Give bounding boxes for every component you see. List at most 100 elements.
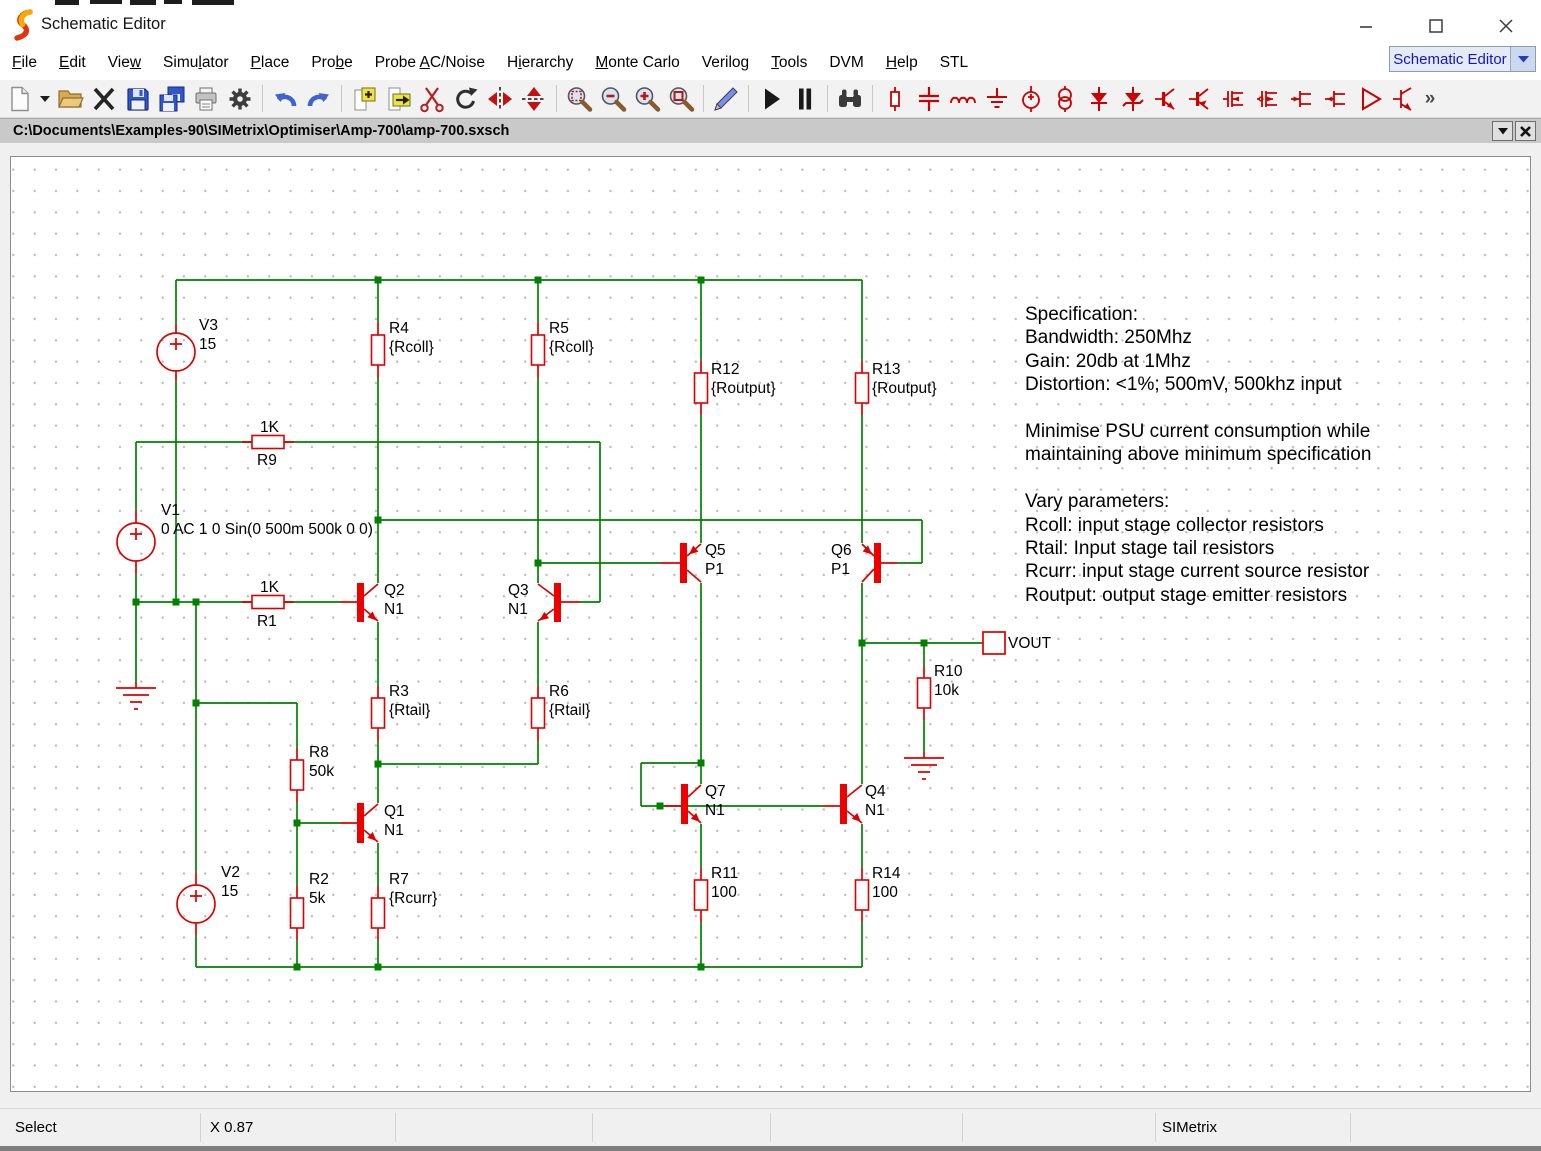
open-button[interactable]: [55, 83, 86, 115]
label-Q3[interactable]: Q3N1: [508, 581, 529, 619]
resistor-bodies[interactable]: [252, 335, 931, 928]
label-R9-ref[interactable]: R9: [257, 451, 277, 470]
menu-stl[interactable]: STL: [929, 54, 979, 72]
label-Q1[interactable]: Q1N1: [384, 802, 405, 840]
more-tools-button[interactable]: »: [1424, 83, 1437, 115]
place-diode-button[interactable]: [1084, 83, 1115, 115]
new-schematic-dropdown-icon[interactable]: [39, 83, 52, 115]
label-R2[interactable]: R25k: [309, 870, 329, 908]
symbol-VOUT-terminal[interactable]: [983, 632, 1005, 654]
menu-monte-carlo[interactable]: Monte Carlo: [584, 54, 690, 72]
menu-verilog[interactable]: Verilog: [691, 54, 760, 72]
sheet-dropdown-button[interactable]: [1492, 121, 1513, 141]
close-window-button[interactable]: [1493, 13, 1519, 39]
find-button[interactable]: [835, 83, 866, 115]
close-sheet-button[interactable]: [1515, 121, 1536, 141]
label-R10[interactable]: R1010k: [934, 662, 962, 700]
annotation-text[interactable]: Specification: Bandwidth: 250Mhz Gain: 2…: [1025, 303, 1371, 607]
label-R6[interactable]: R6{Rtail}: [549, 682, 590, 720]
place-pnp-button[interactable]: [1186, 83, 1217, 115]
save-all-button[interactable]: [157, 83, 188, 115]
place-mosfet-button[interactable]: [1390, 83, 1421, 115]
zoom-area-button[interactable]: [666, 83, 697, 115]
label-V2[interactable]: V215: [221, 863, 240, 901]
place-npn-button[interactable]: [1152, 83, 1183, 115]
label-R9-value[interactable]: 1K: [260, 418, 279, 437]
zoom-out-button[interactable]: [598, 83, 629, 115]
save-button[interactable]: [123, 83, 154, 115]
label-R7[interactable]: R7{Rcurr}: [389, 870, 437, 908]
place-ground-button[interactable]: [982, 83, 1013, 115]
label-R13[interactable]: R13{Routput}: [872, 360, 937, 398]
place-pmos-button[interactable]: [1254, 83, 1285, 115]
label-VOUT[interactable]: VOUT: [1008, 634, 1051, 653]
print-button[interactable]: [191, 83, 222, 115]
document-path: C:\Documents\Examples-90\SIMetrix\Optimi…: [0, 123, 509, 139]
place-opamp-button[interactable]: [1356, 83, 1387, 115]
wire-pencil-button[interactable]: [711, 83, 742, 115]
label-Q6[interactable]: Q6P1: [831, 541, 852, 579]
menu-help[interactable]: Help: [875, 54, 929, 72]
menu-file[interactable]: File: [1, 54, 48, 72]
label-Q7[interactable]: Q7N1: [705, 782, 726, 820]
menu-simulator[interactable]: Simulator: [152, 54, 240, 72]
zoom-in-button[interactable]: [632, 83, 663, 115]
zoom-selection-button[interactable]: [564, 83, 595, 115]
transistors[interactable]: [357, 543, 881, 843]
label-R8[interactable]: R850k: [309, 743, 334, 781]
label-R4[interactable]: R4{Rcoll}: [389, 319, 434, 357]
chevron-down-icon[interactable]: [1510, 47, 1535, 71]
label-V3[interactable]: V315: [199, 316, 218, 354]
flip-horizontal-button[interactable]: [485, 83, 516, 115]
label-R1-value[interactable]: 1K: [260, 578, 279, 597]
label-V1[interactable]: V10 AC 1 0 Sin(0 500m 500k 0 0): [161, 501, 373, 539]
menu-probe-ac-noise[interactable]: Probe AC/Noise: [364, 54, 496, 72]
place-pjfet-button[interactable]: [1322, 83, 1353, 115]
place-resistor-button[interactable]: [880, 83, 911, 115]
menu-edit[interactable]: Edit: [48, 54, 97, 72]
place-njfet-button[interactable]: [1288, 83, 1319, 115]
place-voltage-source-button[interactable]: [1016, 83, 1047, 115]
redo-button[interactable]: [304, 83, 335, 115]
place-nmos-button[interactable]: [1220, 83, 1251, 115]
menu-probe[interactable]: Probe: [300, 54, 363, 72]
place-current-source-button[interactable]: [1050, 83, 1081, 115]
new-schematic-button[interactable]: [5, 83, 36, 115]
options-gear-button[interactable]: [225, 83, 256, 115]
toolbar-separator: [556, 85, 557, 112]
flip-vertical-button[interactable]: [519, 83, 550, 115]
place-inductor-button[interactable]: [948, 83, 979, 115]
close-schematic-button[interactable]: [89, 83, 120, 115]
maximize-button[interactable]: [1423, 13, 1449, 39]
label-R11[interactable]: R11100: [711, 864, 738, 902]
menu-dvm[interactable]: DVM: [818, 54, 874, 72]
label-R5[interactable]: R5{Rcoll}: [549, 319, 594, 357]
label-Q4[interactable]: Q4N1: [865, 782, 886, 820]
new-sheet-button[interactable]: [349, 83, 380, 115]
undo-button[interactable]: [270, 83, 301, 115]
ground-symbols[interactable]: [116, 688, 944, 779]
menu-place[interactable]: Place: [240, 54, 301, 72]
place-capacitor-button[interactable]: [914, 83, 945, 115]
place-zener-button[interactable]: [1118, 83, 1149, 115]
label-R1-ref[interactable]: R1: [257, 612, 277, 631]
window-selector-combo[interactable]: Schematic Editor: [1389, 46, 1536, 72]
menu-tools[interactable]: Tools: [760, 54, 818, 72]
cut-button[interactable]: [417, 83, 448, 115]
label-Q5[interactable]: Q5P1: [705, 541, 726, 579]
label-R14[interactable]: R14100: [872, 864, 900, 902]
menu-view[interactable]: View: [97, 54, 152, 72]
rotate-button[interactable]: [451, 83, 482, 115]
schematic-canvas[interactable]: V315 V10 AC 1 0 Sin(0 500m 500k 0 0) V21…: [10, 156, 1531, 1092]
label-R3[interactable]: R3{Rtail}: [389, 682, 430, 720]
symbol-V2[interactable]: [177, 885, 215, 923]
menu-hierarchy[interactable]: Hierarchy: [496, 54, 584, 72]
symbol-V1[interactable]: [117, 523, 155, 561]
symbol-V3[interactable]: [157, 333, 195, 371]
run-button[interactable]: [756, 83, 787, 115]
pause-button[interactable]: [790, 83, 821, 115]
label-Q2[interactable]: Q2N1: [384, 581, 405, 619]
show-sheet-button[interactable]: [383, 83, 414, 115]
minimize-button[interactable]: [1353, 13, 1379, 39]
label-R12[interactable]: R12{Routput}: [711, 360, 776, 398]
